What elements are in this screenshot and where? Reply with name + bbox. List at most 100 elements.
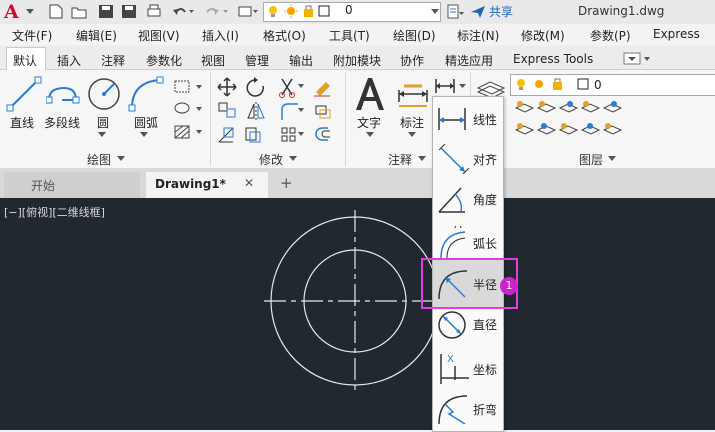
document-title: Drawing1.dwg [578,4,665,18]
tab-manage[interactable]: 管理 [245,52,269,69]
ordinate-dim-icon: X [440,354,469,384]
autocad-logo[interactable]: A [4,2,24,22]
new-file-icon[interactable] [48,4,64,19]
dropdown-item-ordinate[interactable]: X 坐标 [433,348,503,388]
dropdown-item-label: 弧长 [473,237,498,251]
angular-dim-icon [438,187,465,213]
quick-layer-value: 0 [345,3,353,17]
draw-small-tools[interactable] [172,78,208,144]
linear-dim-icon [438,108,466,130]
menu-file[interactable]: 文件(F) [12,27,52,44]
chevron-down-icon[interactable] [366,132,374,138]
step-badge: 1 [500,277,518,295]
menu-tools[interactable]: 工具(T) [329,27,370,44]
diameter-dim-icon [438,311,466,339]
redo-icon[interactable] [205,4,229,19]
dropdown-item-label: 坐标 [473,363,498,377]
menu-modify[interactable]: 修改(M) [521,27,565,44]
file-tab-drawing-label: Drawing1* [155,177,226,191]
chevron-down-icon[interactable] [431,9,439,15]
panel-separator [345,72,346,166]
dimension-icon[interactable] [396,80,430,112]
arc-length-icon [440,226,466,258]
layers-panel-label[interactable]: 图层 [579,151,603,168]
save-icon[interactable] [98,4,114,19]
menu-express[interactable]: Express [653,27,700,41]
close-icon[interactable]: ✕ [244,176,254,190]
print-icon[interactable] [146,4,162,19]
chevron-down-icon[interactable] [289,156,297,162]
layer-tools-grid[interactable] [514,100,634,144]
text-button[interactable]: 文字 [357,114,381,131]
chevron-down-icon[interactable] [98,132,106,138]
menu-insert[interactable]: 插入(I) [202,27,239,44]
draw-panel-label[interactable]: 绘图 [87,151,111,168]
dropdown-item-label: 角度 [473,193,498,207]
plot-icon[interactable] [237,4,259,19]
drawing-geometry [264,210,446,392]
panel-separator [210,72,211,166]
polyline-button[interactable]: 多段线 [44,114,80,131]
modify-panel-label[interactable]: 修改 [259,151,283,168]
chevron-down-icon[interactable] [26,9,34,15]
add-tab-button[interactable]: + [280,174,293,192]
share-button[interactable]: 共享 [489,3,513,20]
dropdown-item-label: 直径 [473,318,498,332]
tab-featured-apps[interactable]: 精选应用 [445,52,493,69]
dropdown-item-label: 线性 [473,113,498,127]
menu-parametric[interactable]: 参数(P) [590,27,631,44]
menu-edit[interactable]: 编辑(E) [76,27,117,44]
layer-match-icon[interactable] [446,4,466,20]
jogged-dim-icon [438,395,468,424]
menu-format[interactable]: 格式(O) [263,27,306,44]
chevron-down-icon[interactable] [408,132,416,138]
chevron-down-icon[interactable] [608,156,616,162]
ribbon-minimize-icon[interactable] [623,52,653,66]
chevron-down-icon[interactable] [140,132,148,138]
tab-default[interactable]: 默认 [13,52,37,69]
tab-addins[interactable]: 附加模块 [333,52,381,69]
open-folder-icon[interactable] [71,4,87,19]
aligned-dim-icon [438,143,469,174]
dropdown-item-aligned[interactable]: 对齐 [433,138,503,178]
chevron-down-icon[interactable] [418,156,426,162]
annotation-panel-label[interactable]: 注释 [388,151,412,168]
arc-button[interactable]: 圆弧 [134,114,158,131]
dropdown-item-linear[interactable]: 线性 [433,98,503,138]
dropdown-item-jogged[interactable]: 折弯 [433,388,503,428]
dropdown-item-angular[interactable]: 角度 [433,178,503,218]
layer-state-icons [517,78,589,90]
arc-icon[interactable] [128,76,164,112]
tab-output[interactable]: 输出 [289,52,313,69]
undo-icon[interactable] [171,4,195,19]
text-icon[interactable] [354,76,386,112]
line-icon[interactable] [6,76,42,112]
circle-button[interactable]: 圆 [97,114,109,131]
line-button[interactable]: 直线 [10,114,34,131]
share-icon[interactable] [470,4,486,19]
circle-icon[interactable] [86,76,122,112]
linear-dim-split-button[interactable] [433,76,469,96]
menu-draw[interactable]: 绘图(D) [393,27,436,44]
tab-collaborate[interactable]: 协作 [400,52,424,69]
tab-view[interactable]: 视图 [201,52,225,69]
dropdown-item-diameter[interactable]: 直径 [433,303,503,343]
tab-annotate[interactable]: 注释 [101,52,125,69]
file-tab-start-label: 开始 [31,179,56,193]
dimension-button[interactable]: 标注 [400,114,424,131]
dropdown-item-arc-length[interactable]: 弧长 [433,222,503,262]
menu-view[interactable]: 视图(V) [138,27,180,44]
dropdown-item-label: 对齐 [473,153,498,167]
tab-express-tools[interactable]: Express Tools [513,52,593,66]
tab-insert[interactable]: 插入 [57,52,81,69]
save-as-icon[interactable] [121,4,137,19]
polyline-icon[interactable] [46,80,82,112]
tab-parametric[interactable]: 参数化 [146,52,182,69]
center-lines [264,210,446,392]
chevron-down-icon[interactable] [117,156,125,162]
file-tab-start[interactable] [4,172,140,198]
dropdown-item-label: 折弯 [473,403,498,417]
layer-state-icons[interactable] [266,4,336,19]
modify-tools-grid[interactable] [216,76,340,144]
menu-dimension[interactable]: 标注(N) [457,27,499,44]
